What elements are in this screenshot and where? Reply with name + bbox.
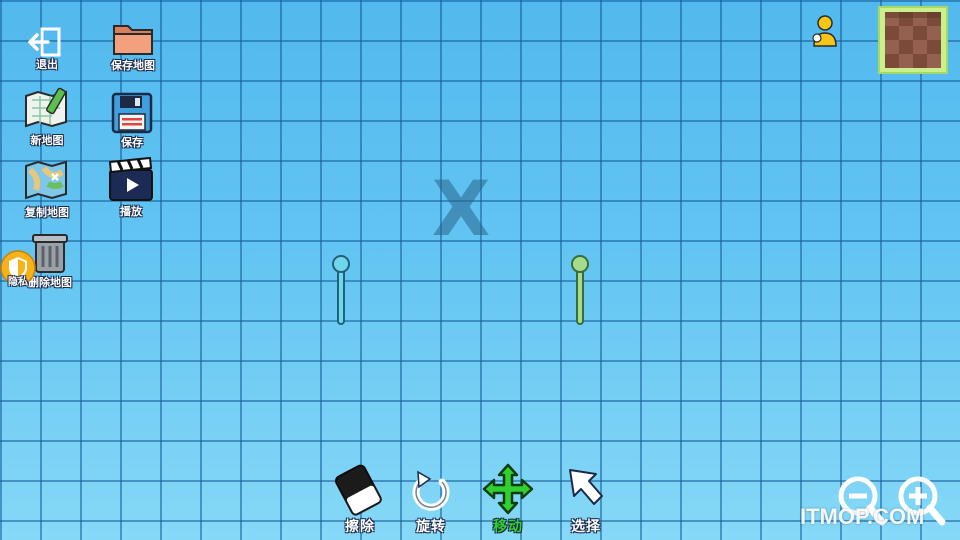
play-label: 播放	[120, 205, 142, 218]
folder-icon	[113, 25, 153, 55]
eraser-icon	[335, 464, 382, 516]
clapperboard-icon	[108, 156, 153, 201]
character-icon	[812, 15, 837, 47]
exit-button[interactable]: 退出	[26, 26, 68, 71]
rotate-icon	[412, 470, 450, 511]
character-button[interactable]	[808, 12, 842, 48]
new-map-label: 新地图	[30, 134, 64, 147]
select-label: 选择	[571, 519, 601, 535]
spawn-pin-green[interactable]	[569, 254, 591, 326]
new-map-icon	[25, 87, 67, 128]
erase-tool-button[interactable]: 擦除	[330, 462, 390, 538]
move-tool-button[interactable]: 移动	[478, 462, 538, 538]
move-label: 移动	[493, 519, 523, 535]
exit-icon	[28, 27, 61, 57]
block-selector-button[interactable]	[878, 6, 948, 74]
new-map-button[interactable]: 新地图	[22, 86, 72, 147]
save-label: 保存	[121, 136, 143, 149]
cursor-arrow-icon	[569, 469, 603, 505]
erase-label: 擦除	[345, 519, 375, 535]
save-map-button[interactable]: 保存地图	[104, 20, 162, 72]
origin-x-marker: X	[431, 164, 491, 253]
copy-map-label: 复制地图	[25, 206, 69, 219]
watermark: ITMOP.COM	[800, 504, 925, 529]
move-arrows-icon	[482, 463, 534, 515]
rotate-label: 旋转	[416, 519, 446, 535]
privacy-badge[interactable]: 隐私	[0, 250, 40, 290]
copy-map-button[interactable]: 复制地图	[22, 158, 72, 219]
floppy-disk-icon	[111, 92, 153, 134]
privacy-label: 隐私	[8, 277, 28, 288]
map-icon	[25, 160, 67, 200]
dirt-block-icon	[878, 6, 948, 74]
play-button[interactable]: 播放	[106, 156, 156, 218]
select-tool-button[interactable]: 选择	[556, 464, 616, 538]
rotate-tool-button[interactable]: 旋转	[402, 468, 460, 538]
exit-label: 退出	[36, 58, 58, 71]
save-map-label: 保存地图	[111, 59, 155, 72]
save-button[interactable]: 保存	[110, 92, 154, 149]
spawn-pin-blue[interactable]	[330, 254, 352, 326]
editor-grid-canvas[interactable]	[0, 0, 960, 540]
